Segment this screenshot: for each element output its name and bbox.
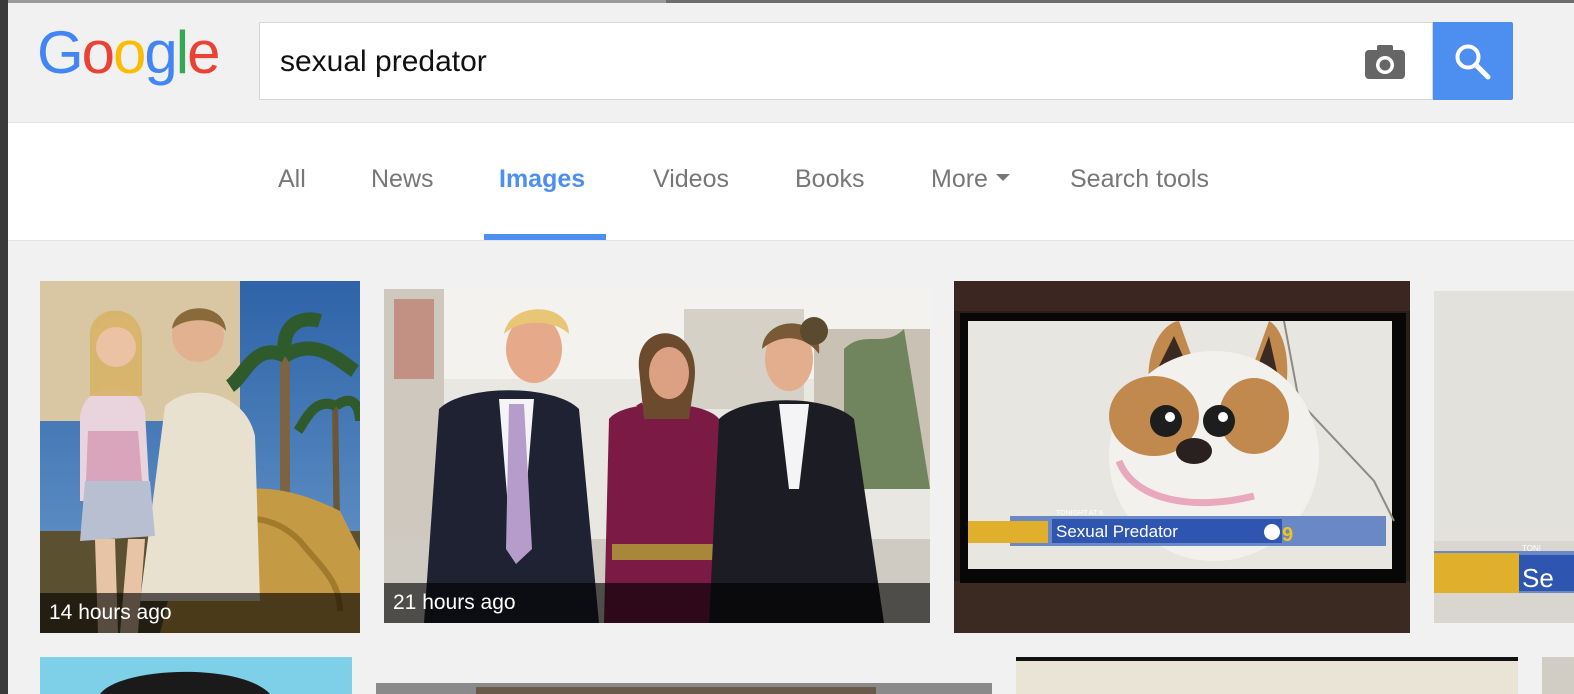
- result-timestamp: 21 hours ago: [384, 583, 930, 623]
- search-input[interactable]: [278, 41, 1342, 83]
- search-button[interactable]: [1433, 22, 1513, 100]
- overlay-small-text: TONIGHT AT 6: [1056, 510, 1103, 517]
- image-result[interactable]: [376, 682, 992, 694]
- tab-news[interactable]: News: [371, 165, 434, 194]
- image-result[interactable]: [1542, 657, 1574, 694]
- overlay-small-text: TONI: [1522, 544, 1541, 553]
- tab-videos[interactable]: Videos: [653, 165, 729, 194]
- tab-more-label: More: [931, 165, 988, 193]
- logo-letter: G: [37, 19, 84, 86]
- logo-letter: g: [144, 19, 177, 86]
- tab-search-tools[interactable]: Search tools: [1070, 165, 1209, 194]
- result-image: [1542, 657, 1574, 694]
- tab-all[interactable]: All: [278, 165, 306, 194]
- channel-number: 9: [1282, 524, 1293, 546]
- search-box: [259, 22, 1433, 100]
- logo-letter: l: [175, 19, 189, 86]
- image-result[interactable]: [40, 657, 352, 694]
- logo-letter: o: [81, 19, 115, 86]
- tab-more[interactable]: More: [931, 165, 1010, 194]
- overlay-title: Sexual Predator: [1056, 522, 1178, 541]
- result-image: TONIGHT AT 6 Sexual Predator 9: [954, 281, 1410, 633]
- chevron-down-icon: [995, 173, 1010, 181]
- search-tabs: All News Images Videos Books More Search…: [8, 123, 1574, 241]
- logo-letter: o: [113, 19, 146, 86]
- header: Google: [8, 3, 1574, 123]
- camera-icon[interactable]: [1364, 44, 1406, 80]
- result-image: [376, 683, 992, 694]
- image-result[interactable]: 21 hours ago: [384, 289, 930, 623]
- tab-books[interactable]: Books: [795, 165, 864, 194]
- active-tab-indicator: [484, 234, 606, 240]
- result-image: [384, 289, 930, 623]
- image-result[interactable]: TONIGHT AT 6 Sexual Predator 9: [954, 281, 1410, 633]
- result-image: [40, 281, 360, 633]
- google-logo[interactable]: Google: [37, 19, 221, 86]
- tab-images[interactable]: Images: [499, 165, 585, 194]
- result-image: TONI Se: [1434, 291, 1574, 623]
- result-timestamp: 14 hours ago: [40, 593, 360, 633]
- image-result[interactable]: 14 hours ago: [40, 281, 360, 633]
- overlay-title: Se: [1522, 563, 1554, 593]
- search-icon: [1455, 44, 1491, 80]
- logo-letter: e: [187, 19, 220, 86]
- window-edge: [0, 0, 8, 694]
- image-result[interactable]: [1016, 657, 1518, 694]
- result-image: [1016, 657, 1518, 694]
- image-result[interactable]: TONI Se: [1434, 291, 1574, 623]
- result-image: [40, 657, 352, 694]
